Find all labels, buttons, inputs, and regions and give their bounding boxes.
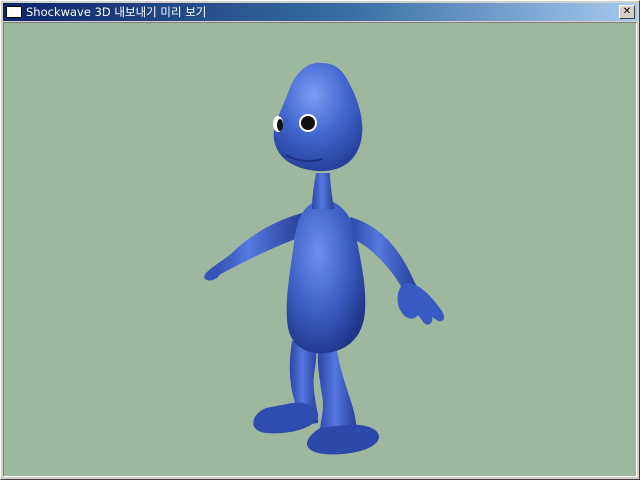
window-title: Shockwave 3D 내보내기 미리 보기 xyxy=(26,5,207,19)
left-eye-pupil xyxy=(277,119,283,131)
right-eye-pupil xyxy=(301,116,315,130)
3d-preview-viewport[interactable] xyxy=(3,22,637,477)
title-bar[interactable]: Shockwave 3D 내보내기 미리 보기 ✕ xyxy=(3,3,637,21)
preview-window: Shockwave 3D 내보내기 미리 보기 ✕ xyxy=(0,0,640,480)
close-button[interactable]: ✕ xyxy=(619,5,635,19)
close-icon: ✕ xyxy=(622,6,632,17)
window-icon xyxy=(6,6,22,18)
3d-scene xyxy=(4,23,636,476)
